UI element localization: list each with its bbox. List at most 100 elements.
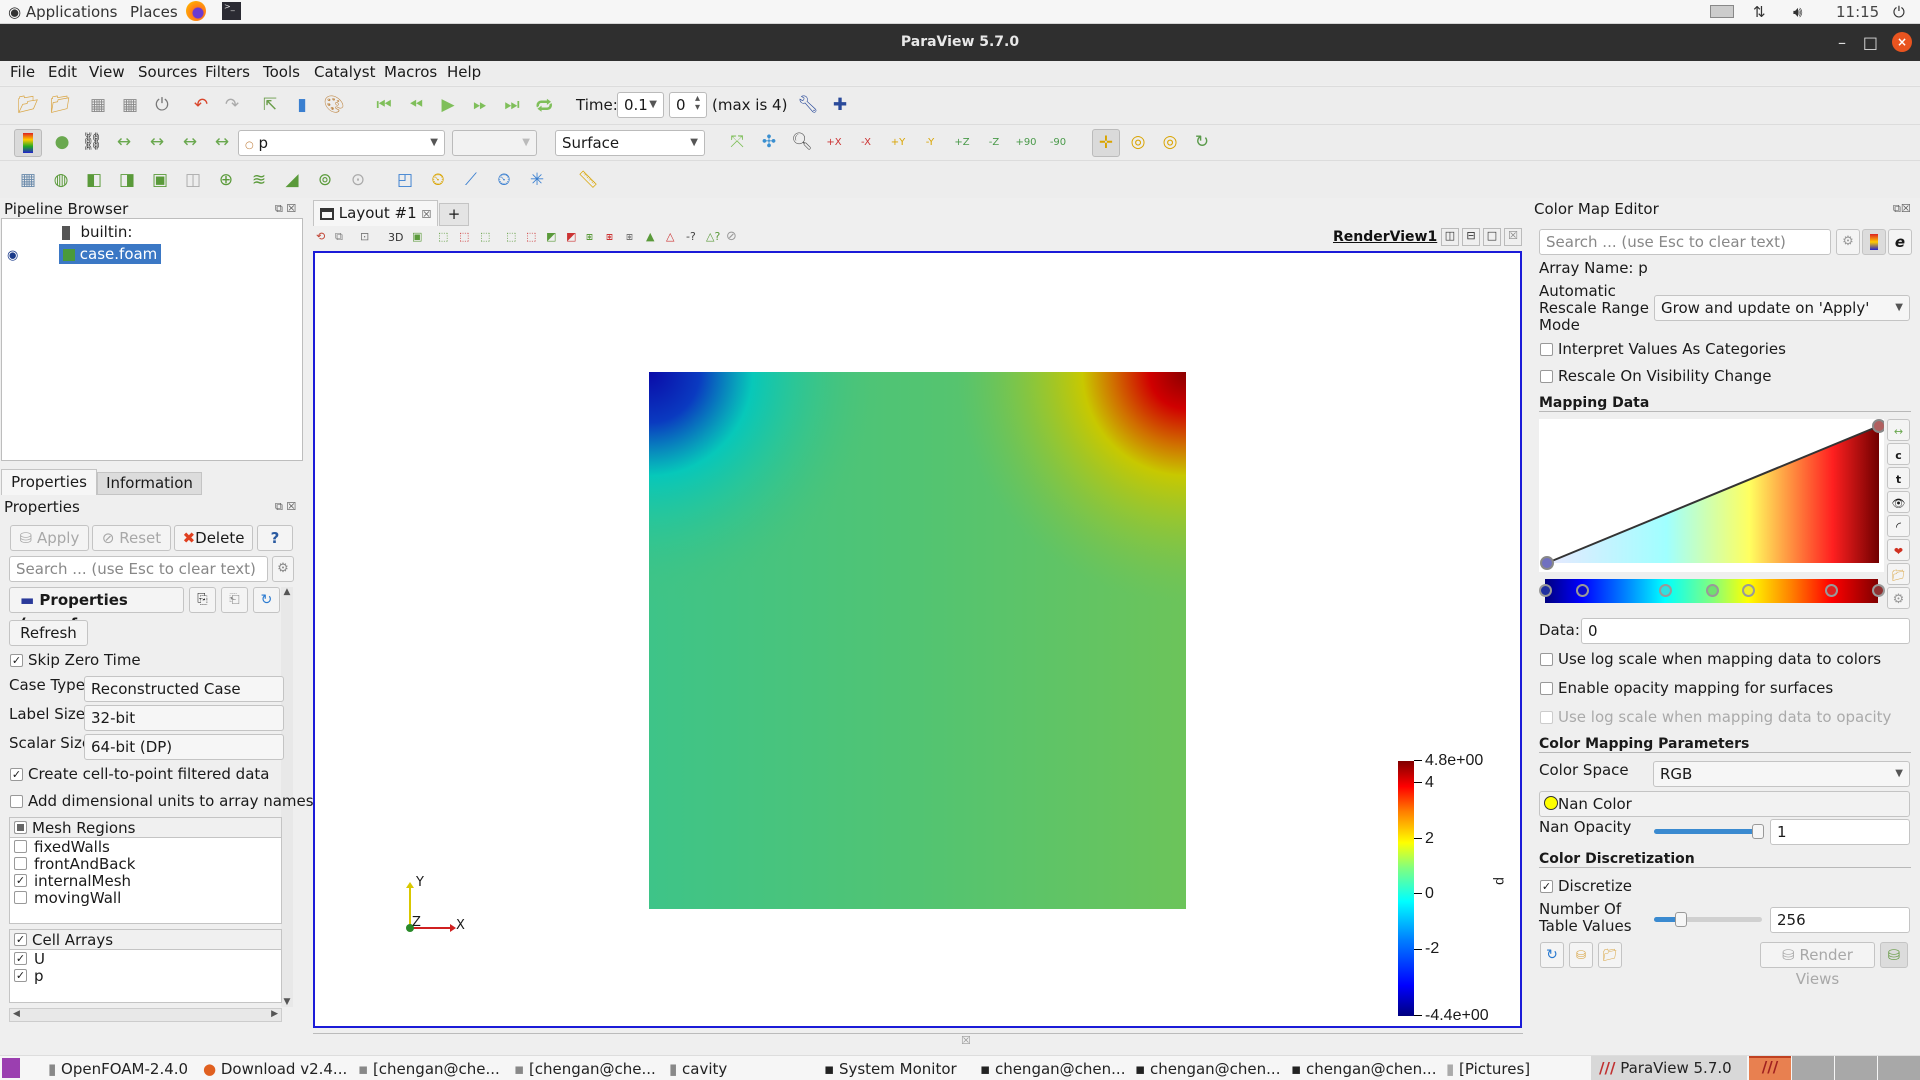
connect-server-icon[interactable]: ▦	[86, 93, 110, 117]
taskbar-item-terminal-2[interactable]: ▪ [chengan@che...	[514, 1060, 656, 1078]
properties-section-header[interactable]: ▬ Properties (case.fo	[9, 587, 184, 633]
tab-information[interactable]: Information	[97, 472, 202, 495]
favorites-presets-icon[interactable]: ❤	[1887, 539, 1910, 561]
camera-undo-icon[interactable]: ▣	[412, 230, 422, 243]
mesh-regions-tristate-checkbox[interactable]	[14, 821, 27, 834]
update-ranges-icon[interactable]: ↻	[1540, 942, 1564, 968]
view-minus-x-icon[interactable]: -X	[854, 130, 878, 154]
menu-file[interactable]: File	[10, 63, 35, 81]
reset-button[interactable]: ⊘ Reset	[92, 525, 171, 551]
last-frame-icon[interactable]: ⏭	[500, 93, 524, 117]
interactive-select-points-icon[interactable]: ⧆	[606, 230, 613, 244]
menu-tools[interactable]: Tools	[263, 63, 300, 81]
view-plus-z-icon[interactable]: +Z	[950, 130, 974, 154]
menu-filters[interactable]: Filters	[205, 63, 250, 81]
dim-units-checkbox[interactable]	[10, 795, 23, 808]
extract-level-icon[interactable]: ⊙	[346, 168, 370, 192]
color-space-select[interactable]: RGB ▼	[1653, 761, 1910, 787]
rescale-visible-range-icon[interactable]: ↔	[210, 130, 234, 154]
palette-icon[interactable]: 🎨︎	[322, 93, 346, 117]
nan-opacity-input[interactable]: 1	[1770, 819, 1910, 845]
help-button[interactable]: ?	[257, 525, 293, 551]
split-horizontal-icon[interactable]: ◫	[1441, 228, 1459, 246]
rescale-to-temporal-range-icon[interactable]: t	[1887, 467, 1910, 489]
close-tab-icon[interactable]: ☒	[421, 208, 431, 221]
color-stop-handle[interactable]	[1872, 584, 1885, 597]
applications-menu[interactable]: ◉ Applications	[8, 3, 118, 21]
previous-frame-icon[interactable]: ⏪︎	[404, 93, 428, 117]
add-camera-icon[interactable]: ✚	[828, 93, 852, 117]
workspace-1[interactable]: ///	[1749, 1056, 1791, 1080]
toggle-3d-button[interactable]: 3D	[388, 231, 403, 244]
properties-search-input[interactable]: Search ... (use Esc to clear text)	[9, 556, 268, 582]
find-selection-icon[interactable]: △?	[706, 230, 720, 243]
nan-opacity-slider[interactable]	[1654, 824, 1764, 839]
maximize-button[interactable]: □	[1863, 24, 1878, 61]
choose-preset-icon[interactable]: 📁︎	[1887, 563, 1910, 585]
plot-selection-over-time-icon[interactable]: ⏲	[426, 168, 450, 192]
rescale-to-visible-range-icon[interactable]: 👁︎	[1887, 491, 1910, 513]
select-cells-on-icon[interactable]: ⬚	[438, 230, 448, 243]
list-item[interactable]: frontAndBack	[10, 855, 281, 873]
places-menu[interactable]: Places	[130, 3, 178, 21]
volume-icon[interactable]: 🔊︎	[1793, 3, 1802, 21]
fixedwalls-checkbox[interactable]	[14, 840, 27, 853]
scalar-size-select[interactable]: 64-bit (DP)	[84, 734, 284, 760]
invert-transfer-function-icon[interactable]: ◜	[1887, 515, 1910, 537]
auto-apply-icon[interactable]: ⏻	[150, 93, 174, 117]
menu-edit[interactable]: Edit	[48, 63, 77, 81]
u-array-checkbox[interactable]: ✓	[14, 952, 27, 965]
taskbar-item-cavity[interactable]: ▮ cavity	[669, 1060, 727, 1078]
select-polygon-cells-icon[interactable]: ⬚	[526, 230, 536, 243]
power-icon[interactable]: ⏻	[1893, 3, 1905, 21]
add-layout-tab-button[interactable]: +	[439, 203, 469, 226]
cell-arrays-header[interactable]: ✓ Cell Arrays	[10, 930, 281, 950]
reset-camera-closest-icon[interactable]: ✣	[757, 130, 781, 154]
render-view-title[interactable]: RenderView1	[1333, 229, 1437, 245]
network-icon[interactable]: ⇅	[1753, 3, 1766, 21]
clip-icon[interactable]: ◧	[82, 168, 106, 192]
rescale-temporal-range-icon[interactable]: ↔	[178, 130, 202, 154]
play-icon[interactable]: ▶	[436, 93, 460, 117]
rotate-plus-90-icon[interactable]: +90	[1014, 130, 1038, 154]
render-view[interactable]: Y Z X 4.8e+00 4 2 0 -2 -4.4e+00 p	[313, 251, 1522, 1028]
apply-button[interactable]: ⛁ Apply	[10, 525, 89, 551]
threshold-icon[interactable]: ▣	[148, 168, 172, 192]
properties-horizontal-scrollbar[interactable]: ◀ ▶	[9, 1008, 282, 1022]
edit-color-map-icon[interactable]: ●	[50, 130, 74, 154]
slider-handle[interactable]	[1675, 912, 1687, 927]
tab-properties[interactable]: Properties	[1, 469, 97, 495]
time-combo[interactable]: 0.1 ▼	[617, 92, 664, 118]
slice-icon[interactable]: ◨	[115, 168, 139, 192]
grow-selection-icon[interactable]: △	[666, 230, 674, 243]
split-vertical-icon[interactable]: ⊟	[1462, 228, 1480, 246]
paste-properties-icon[interactable]: ⎗	[221, 587, 248, 613]
glyph-icon[interactable]: ⊕	[214, 168, 238, 192]
list-item[interactable]: movingWall	[10, 889, 281, 907]
capture-screenshot-icon[interactable]: ⊡	[360, 230, 369, 243]
discretize-checkbox[interactable]: ✓	[1540, 880, 1553, 893]
slider-handle[interactable]	[1752, 824, 1764, 839]
color-stop-handle[interactable]	[1575, 584, 1589, 597]
reset-center-icon[interactable]: ◎	[1126, 130, 1150, 154]
workspace-2[interactable]	[1792, 1056, 1834, 1080]
edit-camera-icon[interactable]: 🔧︎	[796, 93, 820, 117]
auto-render-toggle-icon[interactable]: ⛁	[1880, 942, 1908, 968]
opacity-transfer-editor[interactable]	[1539, 419, 1886, 572]
taskbar-item-terminal-4[interactable]: ▪ chengan@chen...	[1135, 1060, 1280, 1078]
save-default-icon[interactable]: ⛁	[1569, 942, 1593, 968]
properties-dock-buttons[interactable]: ⧉ ☒	[275, 500, 296, 514]
extract-subset-icon[interactable]: ◫	[181, 168, 205, 192]
save-preset-icon[interactable]	[1862, 229, 1886, 255]
case-type-select[interactable]: Reconstructed Case	[84, 676, 284, 702]
restore-default-icon[interactable]: 📁︎	[1598, 942, 1622, 968]
view-plus-y-icon[interactable]: +Y	[886, 130, 910, 154]
internalmesh-checkbox[interactable]: ✓	[14, 874, 27, 887]
first-frame-icon[interactable]: ⏮	[372, 93, 396, 117]
paste-camera-icon[interactable]: ⧉	[335, 230, 343, 244]
table-values-input[interactable]: 256	[1770, 907, 1910, 933]
rescale-data-range-icon[interactable]: ↔	[112, 130, 136, 154]
plot-over-line-icon[interactable]: ⟋	[459, 168, 483, 192]
pressure-field-surface[interactable]	[649, 372, 1186, 909]
clear-selection-icon[interactable]: ⊘	[726, 229, 737, 244]
